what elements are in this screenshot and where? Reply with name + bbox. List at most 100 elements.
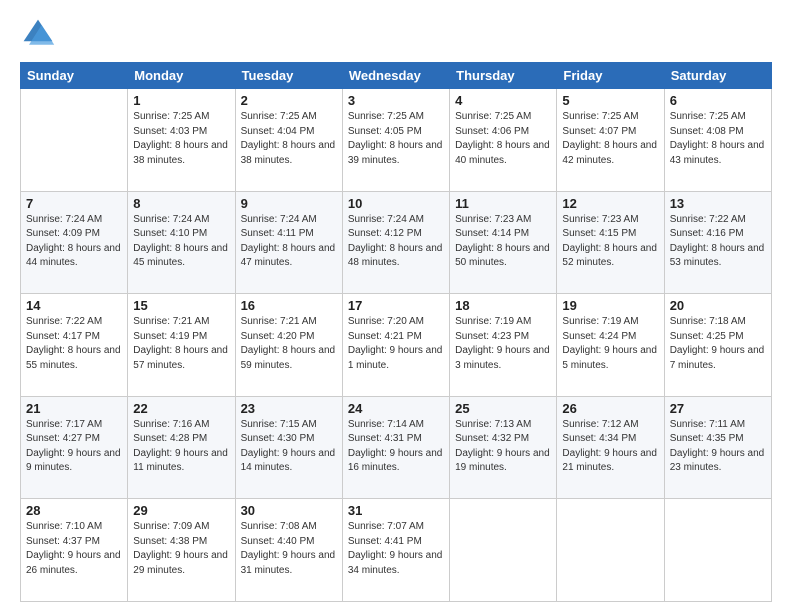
day-number: 15: [133, 298, 229, 313]
cell-info: Sunrise: 7:08 AMSunset: 4:40 PMDaylight:…: [241, 520, 337, 578]
cell-info: Sunrise: 7:13 AMSunset: 4:32 PMDaylight:…: [455, 418, 551, 476]
cell-info: Sunrise: 7:17 AMSunset: 4:27 PMDaylight:…: [26, 418, 122, 476]
day-number: 20: [670, 298, 766, 313]
cell-info: Sunrise: 7:24 AMSunset: 4:10 PMDaylight:…: [133, 213, 229, 271]
calendar-page: SundayMondayTuesdayWednesdayThursdayFrid…: [0, 0, 792, 612]
day-number: 12: [562, 196, 658, 211]
calendar-cell: 15 Sunrise: 7:21 AMSunset: 4:19 PMDayligh…: [128, 294, 235, 397]
calendar-cell: 23 Sunrise: 7:15 AMSunset: 4:30 PMDayligh…: [235, 396, 342, 499]
calendar-week-5: 28 Sunrise: 7:10 AMSunset: 4:37 PMDayligh…: [21, 499, 772, 602]
calendar-week-2: 7Sunrise: 7:24 AMSunset: 4:09 PMDaylight…: [21, 191, 772, 294]
cell-info: Sunrise: 7:25 AMSunset: 4:08 PMDaylight:…: [670, 110, 766, 168]
day-number: 24: [348, 401, 444, 416]
calendar-cell: 22 Sunrise: 7:16 AMSunset: 4:28 PMDayligh…: [128, 396, 235, 499]
day-number: 1: [133, 93, 229, 108]
cell-info: Sunrise: 7:23 AMSunset: 4:15 PMDaylight:…: [562, 213, 658, 271]
cell-info: Sunrise: 7:22 AMSunset: 4:16 PMDaylight:…: [670, 213, 766, 271]
calendar-cell: 12 Sunrise: 7:23 AMSunset: 4:15 PMDayligh…: [557, 191, 664, 294]
calendar-cell: [450, 499, 557, 602]
cell-info: Sunrise: 7:15 AMSunset: 4:30 PMDaylight:…: [241, 418, 337, 476]
day-number: 31: [348, 503, 444, 518]
calendar-cell: 20 Sunrise: 7:18 AMSunset: 4:25 PMDayligh…: [664, 294, 771, 397]
day-number: 13: [670, 196, 766, 211]
cell-info: Sunrise: 7:14 AMSunset: 4:31 PMDaylight:…: [348, 418, 444, 476]
calendar-cell: 26 Sunrise: 7:12 AMSunset: 4:34 PMDayligh…: [557, 396, 664, 499]
day-number: 5: [562, 93, 658, 108]
calendar-cell: 25 Sunrise: 7:13 AMSunset: 4:32 PMDayligh…: [450, 396, 557, 499]
day-number: 29: [133, 503, 229, 518]
cell-info: Sunrise: 7:10 AMSunset: 4:37 PMDaylight:…: [26, 520, 122, 578]
cell-info: Sunrise: 7:24 AMSunset: 4:12 PMDaylight:…: [348, 213, 444, 271]
cell-info: Sunrise: 7:11 AMSunset: 4:35 PMDaylight:…: [670, 418, 766, 476]
cell-info: Sunrise: 7:12 AMSunset: 4:34 PMDaylight:…: [562, 418, 658, 476]
calendar-cell: 24 Sunrise: 7:14 AMSunset: 4:31 PMDayligh…: [342, 396, 449, 499]
header-wednesday: Wednesday: [342, 63, 449, 89]
calendar-cell: 9Sunrise: 7:24 AMSunset: 4:11 PMDaylight…: [235, 191, 342, 294]
day-number: 11: [455, 196, 551, 211]
header-thursday: Thursday: [450, 63, 557, 89]
calendar-cell: 8 Sunrise: 7:24 AMSunset: 4:10 PMDaylight…: [128, 191, 235, 294]
day-number: 21: [26, 401, 122, 416]
calendar-cell: 2Sunrise: 7:25 AMSunset: 4:04 PMDaylight…: [235, 89, 342, 192]
cell-info: Sunrise: 7:25 AMSunset: 4:06 PMDaylight:…: [455, 110, 551, 168]
cell-info: Sunrise: 7:07 AMSunset: 4:41 PMDaylight:…: [348, 520, 444, 578]
calendar-cell: [21, 89, 128, 192]
calendar-cell: 19Sunrise: 7:19 AMSunset: 4:24 PMDayligh…: [557, 294, 664, 397]
day-number: 6: [670, 93, 766, 108]
day-number: 27: [670, 401, 766, 416]
calendar-table: SundayMondayTuesdayWednesdayThursdayFrid…: [20, 62, 772, 602]
calendar-week-4: 21 Sunrise: 7:17 AMSunset: 4:27 PMDayligh…: [21, 396, 772, 499]
calendar-cell: 6 Sunrise: 7:25 AMSunset: 4:08 PMDaylight…: [664, 89, 771, 192]
day-number: 23: [241, 401, 337, 416]
cell-info: Sunrise: 7:18 AMSunset: 4:25 PMDaylight:…: [670, 315, 766, 373]
cell-info: Sunrise: 7:25 AMSunset: 4:03 PMDaylight:…: [133, 110, 229, 168]
cell-info: Sunrise: 7:21 AMSunset: 4:19 PMDaylight:…: [133, 315, 229, 373]
calendar-cell: 4 Sunrise: 7:25 AMSunset: 4:06 PMDaylight…: [450, 89, 557, 192]
day-number: 4: [455, 93, 551, 108]
calendar-cell: 18Sunrise: 7:19 AMSunset: 4:23 PMDayligh…: [450, 294, 557, 397]
header-sunday: Sunday: [21, 63, 128, 89]
day-number: 10: [348, 196, 444, 211]
day-number: 16: [241, 298, 337, 313]
calendar-cell: 17Sunrise: 7:20 AMSunset: 4:21 PMDayligh…: [342, 294, 449, 397]
day-number: 14: [26, 298, 122, 313]
calendar-cell: 14 Sunrise: 7:22 AMSunset: 4:17 PMDayligh…: [21, 294, 128, 397]
day-number: 25: [455, 401, 551, 416]
day-number: 30: [241, 503, 337, 518]
calendar-cell: 21 Sunrise: 7:17 AMSunset: 4:27 PMDayligh…: [21, 396, 128, 499]
cell-info: Sunrise: 7:21 AMSunset: 4:20 PMDaylight:…: [241, 315, 337, 373]
day-number: 22: [133, 401, 229, 416]
calendar-cell: 5 Sunrise: 7:25 AMSunset: 4:07 PMDaylight…: [557, 89, 664, 192]
calendar-cell: 10 Sunrise: 7:24 AMSunset: 4:12 PMDayligh…: [342, 191, 449, 294]
day-number: 28: [26, 503, 122, 518]
calendar-cell: [557, 499, 664, 602]
calendar-week-3: 14 Sunrise: 7:22 AMSunset: 4:17 PMDayligh…: [21, 294, 772, 397]
calendar-cell: 30 Sunrise: 7:08 AMSunset: 4:40 PMDayligh…: [235, 499, 342, 602]
header-saturday: Saturday: [664, 63, 771, 89]
calendar-cell: 29Sunrise: 7:09 AMSunset: 4:38 PMDayligh…: [128, 499, 235, 602]
day-number: 26: [562, 401, 658, 416]
cell-info: Sunrise: 7:25 AMSunset: 4:04 PMDaylight:…: [241, 110, 337, 168]
calendar-header-row: SundayMondayTuesdayWednesdayThursdayFrid…: [21, 63, 772, 89]
day-number: 19: [562, 298, 658, 313]
cell-info: Sunrise: 7:24 AMSunset: 4:11 PMDaylight:…: [241, 213, 337, 271]
logo: [20, 16, 62, 52]
calendar-cell: 28 Sunrise: 7:10 AMSunset: 4:37 PMDayligh…: [21, 499, 128, 602]
cell-info: Sunrise: 7:22 AMSunset: 4:17 PMDaylight:…: [26, 315, 122, 373]
cell-info: Sunrise: 7:24 AMSunset: 4:09 PMDaylight:…: [26, 213, 122, 271]
cell-info: Sunrise: 7:20 AMSunset: 4:21 PMDaylight:…: [348, 315, 444, 373]
cell-info: Sunrise: 7:16 AMSunset: 4:28 PMDaylight:…: [133, 418, 229, 476]
day-number: 3: [348, 93, 444, 108]
day-number: 8: [133, 196, 229, 211]
calendar-week-1: 1 Sunrise: 7:25 AMSunset: 4:03 PMDaylight…: [21, 89, 772, 192]
calendar-cell: 11 Sunrise: 7:23 AMSunset: 4:14 PMDayligh…: [450, 191, 557, 294]
cell-info: Sunrise: 7:25 AMSunset: 4:07 PMDaylight:…: [562, 110, 658, 168]
header: [20, 16, 772, 52]
cell-info: Sunrise: 7:23 AMSunset: 4:14 PMDaylight:…: [455, 213, 551, 271]
calendar-cell: 31 Sunrise: 7:07 AMSunset: 4:41 PMDayligh…: [342, 499, 449, 602]
cell-info: Sunrise: 7:25 AMSunset: 4:05 PMDaylight:…: [348, 110, 444, 168]
calendar-cell: 13 Sunrise: 7:22 AMSunset: 4:16 PMDayligh…: [664, 191, 771, 294]
calendar-cell: 27 Sunrise: 7:11 AMSunset: 4:35 PMDayligh…: [664, 396, 771, 499]
calendar-cell: 1 Sunrise: 7:25 AMSunset: 4:03 PMDaylight…: [128, 89, 235, 192]
calendar-cell: 3 Sunrise: 7:25 AMSunset: 4:05 PMDaylight…: [342, 89, 449, 192]
